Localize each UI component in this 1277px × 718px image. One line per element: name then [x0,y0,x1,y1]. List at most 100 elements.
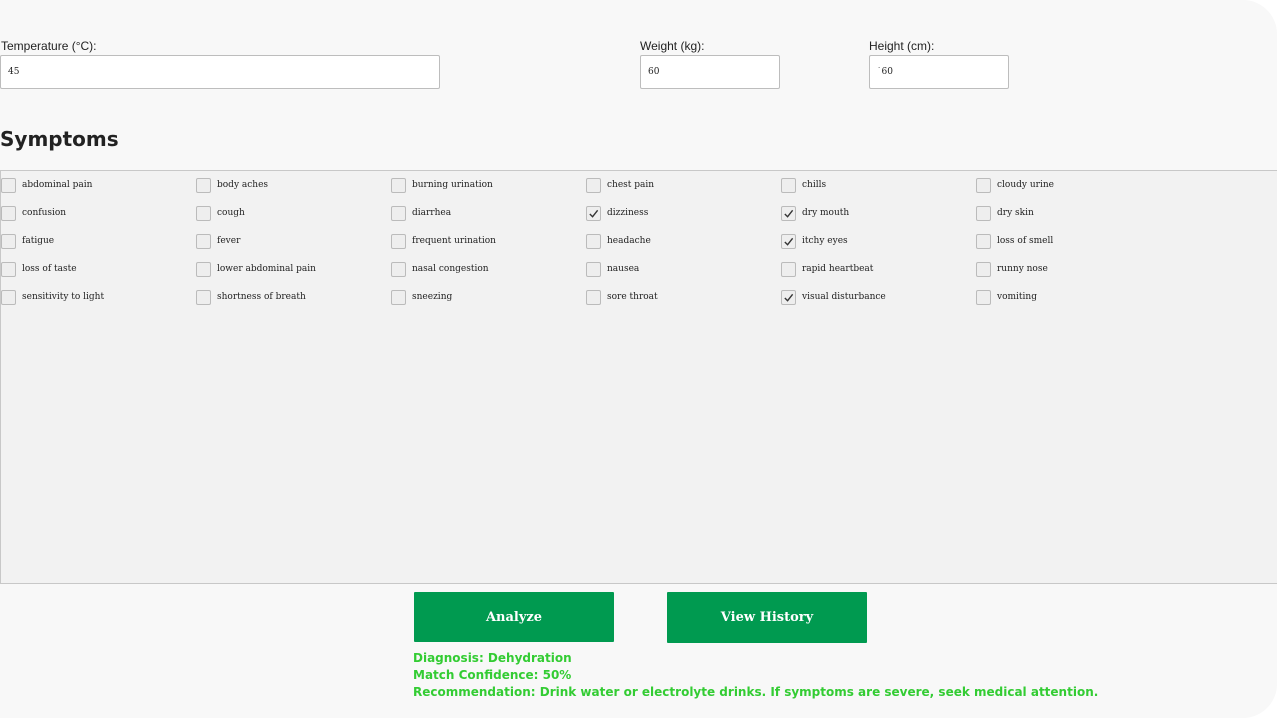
symptom-checkbox-item[interactable]: vomiting [976,283,1171,311]
checkbox[interactable] [196,289,211,305]
symptom-checkbox-item[interactable]: loss of taste [1,255,196,283]
symptom-label: fever [217,236,241,246]
symptom-label: dry mouth [802,208,850,218]
symptom-label: lower abdominal pain [217,264,316,274]
checkbox[interactable] [1,205,16,221]
checkbox[interactable] [976,205,991,221]
checkbox[interactable] [1,261,16,277]
symptom-checkbox-item[interactable]: sensitivity to light [1,283,196,311]
checkbox[interactable] [586,261,601,277]
symptom-checkbox-item[interactable]: burning urination [391,171,586,199]
weight-input[interactable] [640,55,780,89]
symptom-label: diarrhea [412,208,452,218]
checkbox[interactable] [1,177,16,193]
symptom-label: nasal congestion [412,264,489,274]
symptom-checkbox-item[interactable]: abdominal pain [1,171,196,199]
checkbox[interactable] [781,177,796,193]
view-history-button[interactable]: View History [667,592,867,643]
checkbox[interactable] [976,289,991,305]
symptom-label: burning urination [412,180,493,190]
symptom-checkbox-item[interactable]: chest pain [586,171,781,199]
height-input[interactable] [869,55,1009,89]
symptom-label: confusion [22,208,67,218]
symptoms-title: Symptoms [0,127,119,151]
symptom-label: chest pain [607,180,655,190]
checkbox[interactable] [391,261,406,277]
symptom-label: body aches [217,180,269,190]
symptom-checkbox-item[interactable]: nausea [586,255,781,283]
symptom-panel: abdominal pain body aches burning urinatio… [0,170,1277,584]
checkmark-icon [784,209,794,218]
symptom-checkbox-item[interactable]: lower abdominal pain [196,255,391,283]
checkbox[interactable] [196,205,211,221]
recommendation-text: Recommendation: Drink water or electroly… [413,685,1099,699]
symptom-checkbox-item[interactable]: body aches [196,171,391,199]
diagnosis-text: Diagnosis: Dehydration [413,651,572,665]
checkbox[interactable] [586,177,601,193]
symptom-label: sensitivity to light [22,292,105,302]
symptom-checkbox-item[interactable]: sneezing [391,283,586,311]
checkmark-icon [589,209,599,218]
symptom-label: sneezing [412,292,453,302]
symptom-checkbox-item[interactable]: loss of smell [976,227,1171,255]
checkbox[interactable] [976,233,991,249]
checkmark-icon [784,237,794,246]
symptom-checkbox-item[interactable]: fatigue [1,227,196,255]
symptom-checkbox-item[interactable]: itchy eyes [781,227,976,255]
symptom-checkbox-item[interactable]: dizziness [586,199,781,227]
checkbox[interactable] [781,205,796,221]
symptom-checkbox-item[interactable]: fever [196,227,391,255]
checkbox[interactable] [586,289,601,305]
checkbox[interactable] [586,233,601,249]
symptom-label: loss of smell [997,236,1054,246]
symptom-checkbox-item[interactable]: cough [196,199,391,227]
checkbox[interactable] [781,233,796,249]
symptom-checkbox-item[interactable]: runny nose [976,255,1171,283]
symptom-checkbox-item[interactable]: diarrhea [391,199,586,227]
symptom-checkbox-item[interactable]: shortness of breath [196,283,391,311]
checkbox[interactable] [391,233,406,249]
analyze-button[interactable]: Analyze [414,592,614,642]
symptom-label: abdominal pain [22,180,93,190]
symptom-checkbox-item[interactable]: dry skin [976,199,1171,227]
checkbox[interactable] [976,177,991,193]
checkbox[interactable] [196,233,211,249]
symptom-label: visual disturbance [802,292,886,302]
symptom-label: fatigue [22,236,55,246]
symptom-checkbox-item[interactable]: visual disturbance [781,283,976,311]
checkbox[interactable] [196,177,211,193]
confidence-text: Match Confidence: 50% [413,668,572,682]
symptom-checkbox-item[interactable]: dry mouth [781,199,976,227]
checkbox[interactable] [391,289,406,305]
symptom-checkbox-item[interactable]: nasal congestion [391,255,586,283]
temperature-label: Temperature (°C): [1,39,97,53]
temperature-input[interactable] [0,55,440,89]
symptom-label: dry skin [997,208,1034,218]
symptom-checkbox-item[interactable]: chills [781,171,976,199]
checkbox[interactable] [781,289,796,305]
checkbox[interactable] [391,177,406,193]
symptom-label: cough [217,208,245,218]
symptom-checkbox-item[interactable]: headache [586,227,781,255]
symptom-checkbox-item[interactable]: confusion [1,199,196,227]
checkbox[interactable] [1,233,16,249]
weight-label: Weight (kg): [640,39,705,53]
symptom-grid: abdominal pain body aches burning urinatio… [1,171,1171,311]
symptom-checkbox-item[interactable]: frequent urination [391,227,586,255]
symptom-checkbox-item[interactable]: sore throat [586,283,781,311]
symptom-label: dizziness [607,208,649,218]
symptom-checkbox-item[interactable]: cloudy urine [976,171,1171,199]
checkmark-icon [784,293,794,302]
symptom-label: nausea [607,264,640,274]
checkbox[interactable] [586,205,601,221]
symptom-checkbox-item[interactable]: rapid heartbeat [781,255,976,283]
checkbox[interactable] [781,261,796,277]
checkbox[interactable] [391,205,406,221]
symptom-label: chills [802,180,827,190]
app-window: Temperature (°C): Weight (kg): Height (c… [0,0,1277,718]
checkbox[interactable] [196,261,211,277]
symptom-label: vomiting [997,292,1037,302]
checkbox[interactable] [976,261,991,277]
symptom-label: frequent urination [412,236,496,246]
checkbox[interactable] [1,289,16,305]
